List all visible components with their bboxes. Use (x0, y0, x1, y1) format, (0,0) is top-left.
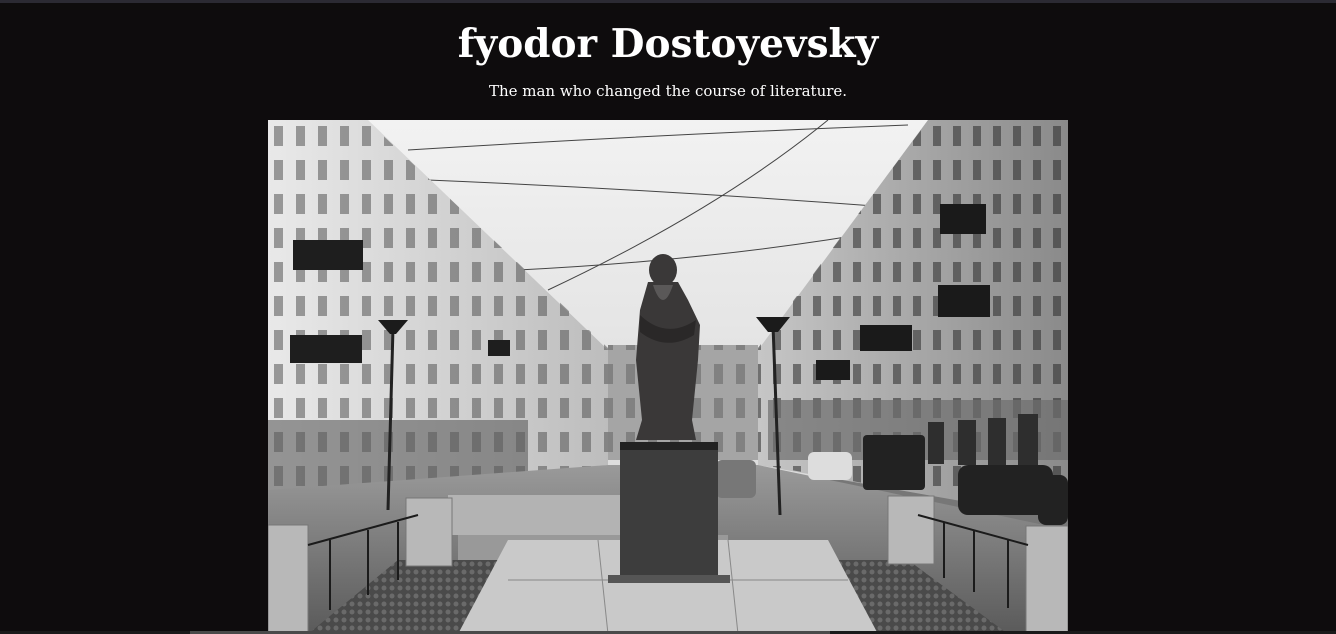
page-subtitle: The man who changed the course of litera… (488, 82, 848, 100)
page-title: fyodor Dostoyevsky (457, 21, 879, 67)
hero-image-illustration (268, 120, 1068, 634)
window-top-border (0, 0, 1336, 3)
hero-image (268, 120, 1068, 634)
